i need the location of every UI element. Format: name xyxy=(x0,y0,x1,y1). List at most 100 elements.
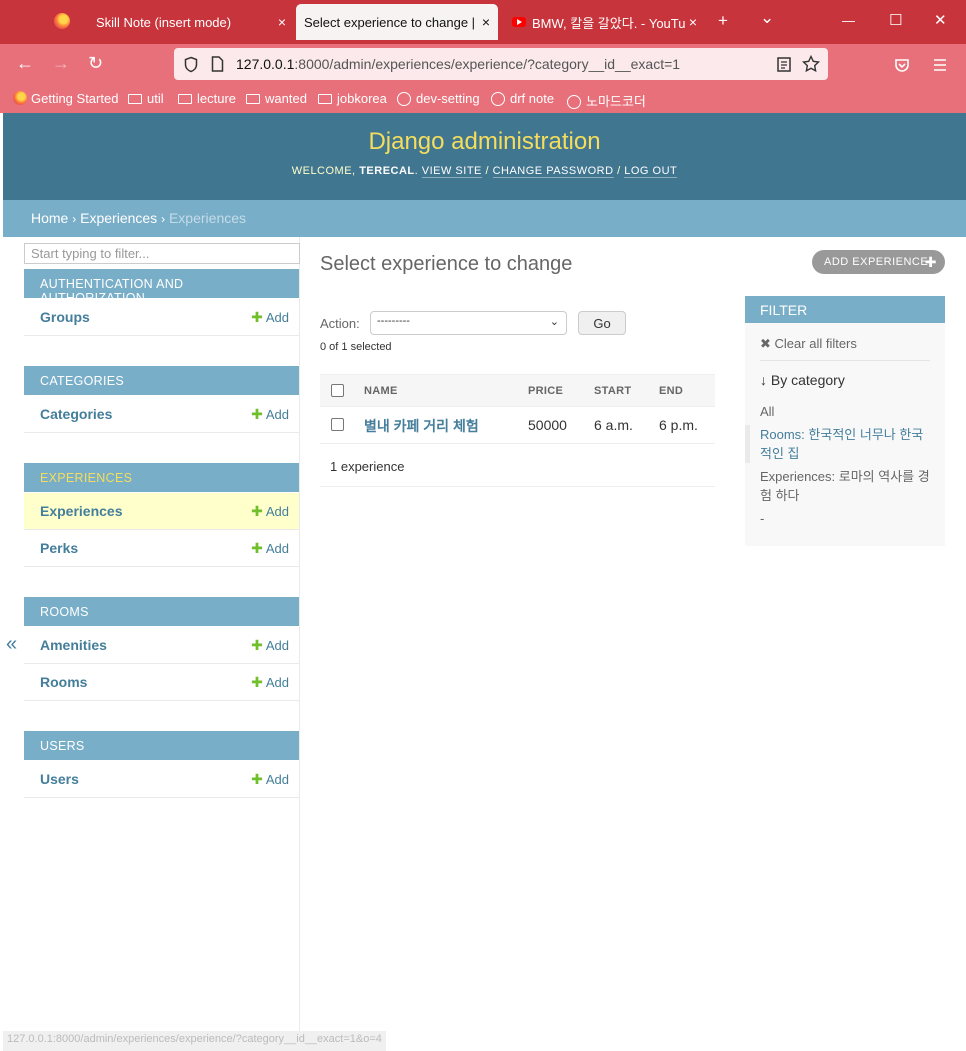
bookmark-label: 노마드코더 xyxy=(586,94,646,109)
tab-close-icon[interactable]: × xyxy=(482,14,490,30)
add-experience-button[interactable]: ADD EXPERIENCE ✚ xyxy=(812,250,945,274)
firefox-icon[interactable] xyxy=(54,13,70,29)
tab-list-chevron-icon[interactable]: ⌄ xyxy=(760,8,774,28)
plus-icon: ✚ xyxy=(251,540,263,556)
model-link-amenities[interactable]: Amenities xyxy=(40,637,107,653)
select-all-checkbox[interactable] xyxy=(331,384,344,397)
tab-select-experience[interactable]: Select experience to change | D × xyxy=(296,4,498,40)
tab-title: Select experience to change | D xyxy=(304,14,474,30)
bookmark-jobkorea[interactable]: jobkorea xyxy=(318,91,387,106)
minimize-icon[interactable]: — xyxy=(842,13,855,28)
row-name-link[interactable]: 별내 카페 거리 체험 xyxy=(364,416,479,436)
bookmark-dev-setting[interactable]: dev-setting xyxy=(397,91,480,106)
results-header: NAME PRICE START END xyxy=(320,374,715,407)
model-link-experiences[interactable]: Experiences xyxy=(40,503,123,519)
app-menu-icon[interactable] xyxy=(932,58,948,72)
add-users-link[interactable]: ✚ Add xyxy=(251,771,289,788)
address-bar[interactable]: 127.0.0.1:8000/admin/experiences/experie… xyxy=(174,48,828,80)
reader-view-icon[interactable] xyxy=(777,57,791,72)
shield-icon[interactable] xyxy=(183,56,199,73)
url-text[interactable]: 127.0.0.1:8000/admin/experiences/experie… xyxy=(236,56,680,72)
action-select[interactable]: --------- ⌄ xyxy=(370,311,567,335)
add-perks-link[interactable]: ✚ Add xyxy=(251,540,289,557)
model-link-categories[interactable]: Categories xyxy=(40,406,112,422)
row-checkbox[interactable] xyxy=(331,418,344,431)
filter-options: All Rooms: 한국적인 너무나 한국적인 집 Experiences: … xyxy=(745,402,932,532)
add-groups-link[interactable]: ✚ Add xyxy=(251,309,289,326)
add-label: Add xyxy=(265,772,289,787)
module-categories[interactable]: CATEGORIES xyxy=(24,366,299,395)
bookmark-star-icon[interactable] xyxy=(802,55,820,73)
toggle-sidebar-icon[interactable]: « xyxy=(6,633,17,656)
add-experiences-link[interactable]: ✚ Add xyxy=(251,503,289,520)
breadcrumb-app[interactable]: Experiences xyxy=(80,210,157,226)
filter-option-rooms[interactable]: Rooms: 한국적인 너무나 한국적인 집 xyxy=(745,425,932,463)
maximize-icon[interactable]: ☐ xyxy=(889,11,902,29)
model-row-rooms: Rooms ✚ Add xyxy=(24,664,299,701)
reload-icon[interactable]: ↻ xyxy=(88,53,103,74)
bookmark-lecture[interactable]: lecture xyxy=(178,91,236,106)
chevron-down-icon: ⌄ xyxy=(549,316,559,328)
close-icon: ✖ xyxy=(760,336,771,351)
globe-icon xyxy=(567,95,581,109)
url-host: 127.0.0.1 xyxy=(236,56,295,72)
column-price[interactable]: PRICE xyxy=(528,385,563,397)
model-link-perks[interactable]: Perks xyxy=(40,540,78,556)
clear-filters-link[interactable]: ✖ Clear all filters xyxy=(760,336,857,352)
plus-icon: ✚ xyxy=(251,309,263,325)
module-auth[interactable]: AUTHENTICATION AND AUTHORIZATION xyxy=(24,269,299,305)
forward-arrow-icon[interactable]: → xyxy=(52,53,70,74)
view-site-link[interactable]: VIEW SITE xyxy=(421,165,482,178)
admin-header: Django administration WELCOME, TERECAL. … xyxy=(3,113,966,200)
plus-icon: ✚ xyxy=(251,503,263,519)
column-name[interactable]: NAME xyxy=(364,385,398,397)
bookmark-wanted[interactable]: wanted xyxy=(246,91,307,106)
pocket-icon[interactable] xyxy=(894,57,910,73)
column-end[interactable]: END xyxy=(659,385,683,397)
nav-filter-input[interactable]: Start typing to filter... xyxy=(24,243,300,264)
window-close-icon[interactable]: ✕ xyxy=(934,11,947,29)
model-link-groups[interactable]: Groups xyxy=(40,309,90,325)
tab-youtube[interactable]: BMW, 칼을 갈았다. - YouTu × xyxy=(500,0,705,44)
add-amenities-link[interactable]: ✚ Add xyxy=(251,637,289,654)
module-experiences[interactable]: EXPERIENCES xyxy=(24,463,299,492)
page-title: Select experience to change xyxy=(320,253,573,275)
action-select-value: --------- xyxy=(377,315,410,327)
module-users[interactable]: USERS xyxy=(24,731,299,760)
tab-close-icon[interactable]: × xyxy=(689,14,697,30)
folder-icon xyxy=(318,94,332,104)
page-icon[interactable] xyxy=(211,56,224,72)
add-categories-link[interactable]: ✚ Add xyxy=(251,406,289,423)
filter-option-experiences[interactable]: Experiences: 로마의 역사를 경험 하다 xyxy=(760,467,932,505)
filter-by-category[interactable]: ↓ By category xyxy=(760,372,845,388)
breadcrumb-home[interactable]: Home xyxy=(31,210,68,226)
site-brand[interactable]: Django administration xyxy=(3,113,966,156)
filter-option-all[interactable]: All xyxy=(760,402,932,421)
add-label: Add xyxy=(265,541,289,556)
back-arrow-icon[interactable]: ← xyxy=(16,53,34,74)
add-rooms-link[interactable]: ✚ Add xyxy=(251,674,289,691)
browser-tab-bar: Skill Note (insert mode) × Select experi… xyxy=(0,0,966,44)
go-button[interactable]: Go xyxy=(578,311,626,335)
new-tab-icon[interactable]: + xyxy=(718,11,728,31)
model-row-users: Users ✚ Add xyxy=(24,761,299,798)
log-out-link[interactable]: LOG OUT xyxy=(624,165,678,178)
module-rooms[interactable]: ROOMS xyxy=(24,597,299,626)
bookmark-util[interactable]: util xyxy=(128,91,164,106)
model-link-rooms[interactable]: Rooms xyxy=(40,674,87,690)
model-row-experiences: Experiences ✚ Add xyxy=(24,493,299,530)
bookmark-drf-note[interactable]: drf note xyxy=(491,91,554,106)
user-tools: WELCOME, TERECAL. VIEW SITE / CHANGE PAS… xyxy=(291,165,678,178)
tab-close-icon[interactable]: × xyxy=(278,14,286,30)
filter-option-empty[interactable]: - xyxy=(760,509,932,528)
paginator: 1 experience xyxy=(320,444,715,487)
bookmark-getting-started[interactable]: Getting Started xyxy=(13,91,118,106)
column-start[interactable]: START xyxy=(594,385,631,397)
bookmark-nomadcoders[interactable]: 노마드코더 xyxy=(567,91,646,110)
tab-skill-note[interactable]: Skill Note (insert mode) × xyxy=(84,0,294,44)
change-password-link[interactable]: CHANGE PASSWORD xyxy=(492,165,614,178)
folder-icon xyxy=(128,94,142,104)
model-link-users[interactable]: Users xyxy=(40,771,79,787)
add-label: Add xyxy=(265,407,289,422)
filter-title: FILTER xyxy=(745,296,945,323)
